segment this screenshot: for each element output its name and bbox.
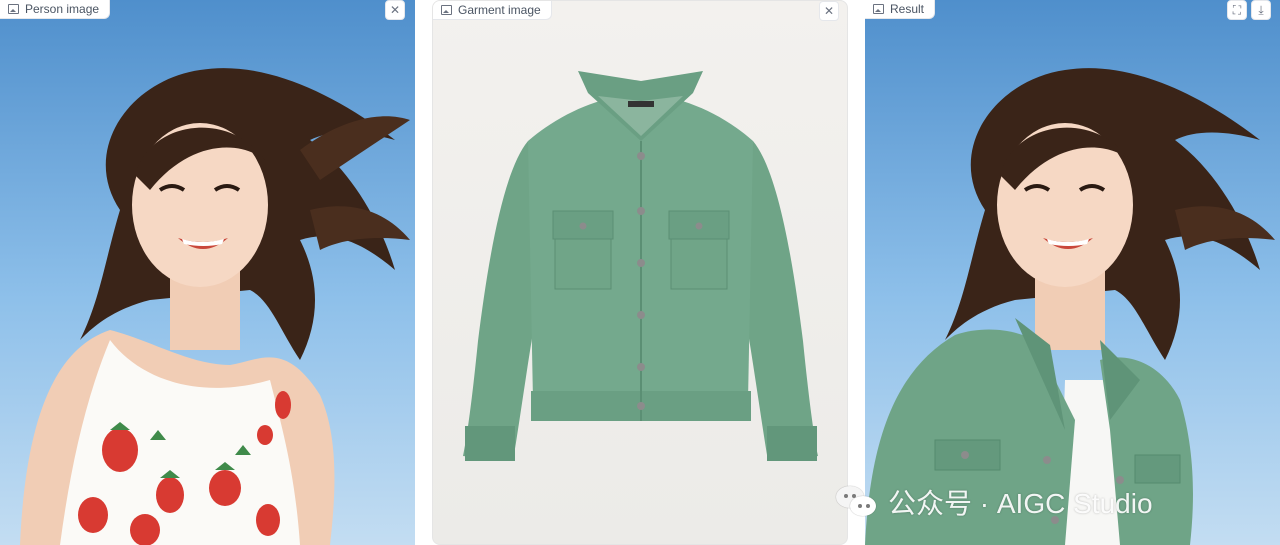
clear-person-button[interactable]: ✕ — [385, 0, 405, 20]
watermark-text: 公众号 · AIGC Studio — [888, 488, 1153, 519]
fullscreen-icon: ⛶ — [1232, 2, 1242, 17]
garment-image — [463, 71, 818, 461]
garment-image-panel[interactable]: Garment image ✕ — [432, 0, 848, 545]
image-icon — [8, 4, 19, 14]
fullscreen-button[interactable]: ⛶ — [1227, 0, 1247, 20]
close-icon: ✕ — [823, 4, 835, 18]
download-button[interactable]: ⤓ — [1251, 0, 1271, 20]
person-image-panel[interactable]: Person image ✕ — [0, 0, 415, 545]
person-image-label: Person image — [0, 0, 111, 19]
wechat-icon — [836, 484, 878, 520]
result-label: Result — [865, 0, 936, 19]
watermark: 公众号 · AIGC Studio — [836, 482, 1153, 522]
clear-garment-button[interactable]: ✕ — [819, 1, 839, 21]
download-icon: ⤓ — [1258, 2, 1264, 17]
result-panel[interactable]: Result ⛶ ⤓ — [865, 0, 1280, 545]
result-image — [865, 68, 1275, 545]
person-image — [20, 68, 410, 545]
image-icon — [441, 5, 452, 15]
image-icon — [873, 4, 884, 14]
garment-image-label: Garment image — [433, 1, 552, 20]
close-icon: ✕ — [389, 3, 401, 17]
